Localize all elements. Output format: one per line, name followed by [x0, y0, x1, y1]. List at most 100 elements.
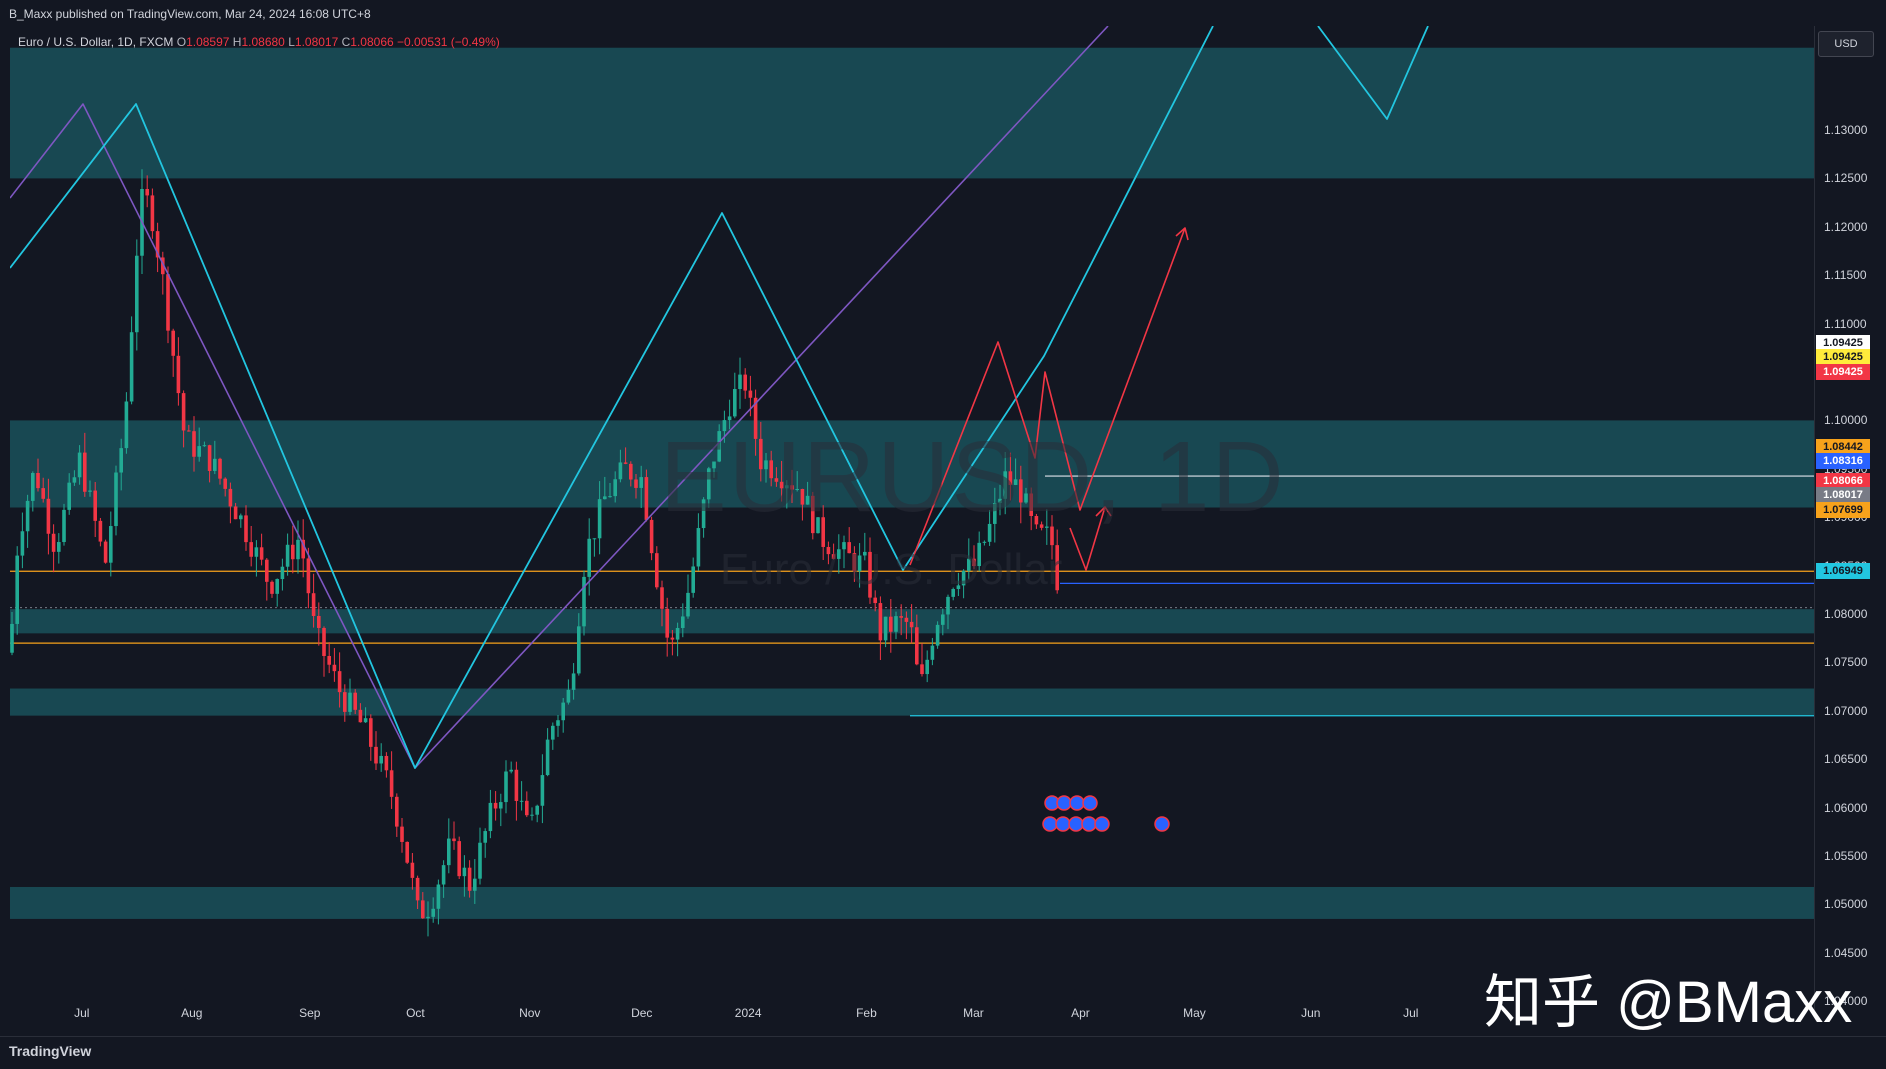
- candle-body: [72, 477, 77, 483]
- candle-body: [587, 538, 591, 577]
- candle-body: [431, 908, 435, 917]
- candle-body: [374, 746, 378, 764]
- candle-body: [363, 718, 368, 723]
- low-label: L: [288, 35, 295, 49]
- open-label: O: [176, 35, 187, 49]
- candle-body: [421, 900, 425, 919]
- price-tag: 1.07699: [1816, 502, 1870, 518]
- low-value: 1.08017: [294, 35, 339, 49]
- price-tick-label: 1.07500: [1824, 655, 1868, 670]
- candle-body: [348, 692, 352, 712]
- candle-body: [519, 800, 524, 802]
- candle-body: [873, 597, 877, 604]
- candle-body: [473, 878, 477, 891]
- time-tick-label: Mar: [963, 1006, 984, 1020]
- candle-body: [743, 374, 747, 391]
- candle-body: [379, 755, 383, 764]
- candle-body: [545, 739, 550, 776]
- candle-body: [389, 770, 394, 797]
- candle-body: [192, 431, 196, 457]
- candle-body: [748, 390, 753, 398]
- candle-body: [478, 842, 482, 879]
- candle-body: [452, 838, 456, 842]
- candle-body: [332, 664, 337, 672]
- candle-body: [670, 637, 675, 640]
- candle-body: [644, 477, 649, 520]
- price-tag: 1.09425: [1816, 364, 1870, 380]
- candle-body: [46, 498, 51, 534]
- candle-body: [577, 626, 581, 674]
- candle-body: [457, 841, 461, 877]
- candle-body: [265, 559, 269, 582]
- candle-body: [889, 616, 893, 632]
- candle-body: [400, 826, 404, 842]
- candle-body: [218, 458, 222, 479]
- candle-body: [67, 482, 71, 510]
- candle-body: [197, 446, 201, 457]
- candle-body: [275, 579, 279, 594]
- candle-body: [51, 533, 56, 552]
- candle-body: [228, 488, 233, 507]
- candle-body: [181, 393, 186, 431]
- candle-body: [213, 458, 217, 471]
- price-tag: 1.08017: [1816, 487, 1870, 503]
- symbol-legend: Euro / U.S. Dollar, 1D, FXCM O1.08597 H1…: [18, 35, 500, 49]
- candle-body: [738, 374, 742, 390]
- candle-body: [41, 488, 45, 499]
- price-tick-label: 1.10000: [1824, 413, 1868, 428]
- candle-body: [582, 576, 586, 627]
- footer-bar: [0, 1036, 1886, 1069]
- candle-body: [613, 479, 617, 497]
- event-icon: [1055, 816, 1071, 832]
- candle-body: [109, 526, 113, 563]
- tradingview-logo[interactable]: TradingView: [9, 1043, 91, 1059]
- candle-body: [467, 867, 472, 891]
- zone-rect: [10, 886, 1814, 919]
- change-value: −0.00531 (−0.49%): [397, 35, 500, 49]
- candle-body: [296, 539, 300, 560]
- price-tick-label: 1.12000: [1824, 219, 1868, 234]
- candle-body: [270, 581, 274, 594]
- candle-body: [291, 544, 295, 560]
- publish-bar: B_Maxx published on TradingView.com, Mar…: [0, 0, 1886, 26]
- candle-body: [462, 867, 467, 877]
- event-icon: [1082, 795, 1098, 811]
- close-label: C: [341, 35, 351, 49]
- candle-body: [384, 755, 389, 771]
- candle-body: [525, 800, 529, 816]
- time-tick-label: Sep: [299, 1006, 321, 1020]
- event-icon: [1069, 795, 1085, 811]
- candle-body: [369, 718, 373, 747]
- high-value: 1.08680: [241, 35, 285, 49]
- candle-body: [150, 195, 155, 232]
- candle-body: [483, 831, 487, 843]
- candle-body: [660, 587, 664, 609]
- description-watermark: Euro / U.S. Dollar: [720, 545, 1063, 594]
- logo-text: TradingView: [9, 1043, 92, 1059]
- candle-body: [285, 544, 290, 567]
- candle-body: [57, 542, 61, 552]
- candle-body: [187, 430, 191, 432]
- price-tag: 1.09425: [1816, 349, 1870, 365]
- candle-body: [337, 671, 342, 693]
- candle-body: [909, 621, 914, 628]
- candle-body: [98, 520, 103, 542]
- candle-body: [15, 555, 19, 624]
- candle-body: [83, 452, 87, 492]
- candle-body: [982, 541, 987, 543]
- candle-body: [124, 401, 129, 449]
- price-tick-label: 1.13000: [1824, 123, 1868, 137]
- candle-body: [540, 775, 545, 806]
- candle-body: [343, 692, 347, 712]
- candle-body: [93, 490, 97, 521]
- candle-body: [878, 603, 883, 641]
- candle-body: [103, 541, 108, 563]
- candle-body: [493, 802, 498, 809]
- currency-button[interactable]: USD: [1818, 31, 1874, 57]
- candle-body: [623, 462, 628, 464]
- author-overlay: 知乎 @BMaxx: [1484, 970, 1853, 1035]
- candle-body: [166, 274, 170, 331]
- candle-body: [883, 616, 888, 641]
- candle-body: [176, 355, 181, 394]
- candle-body: [655, 553, 659, 588]
